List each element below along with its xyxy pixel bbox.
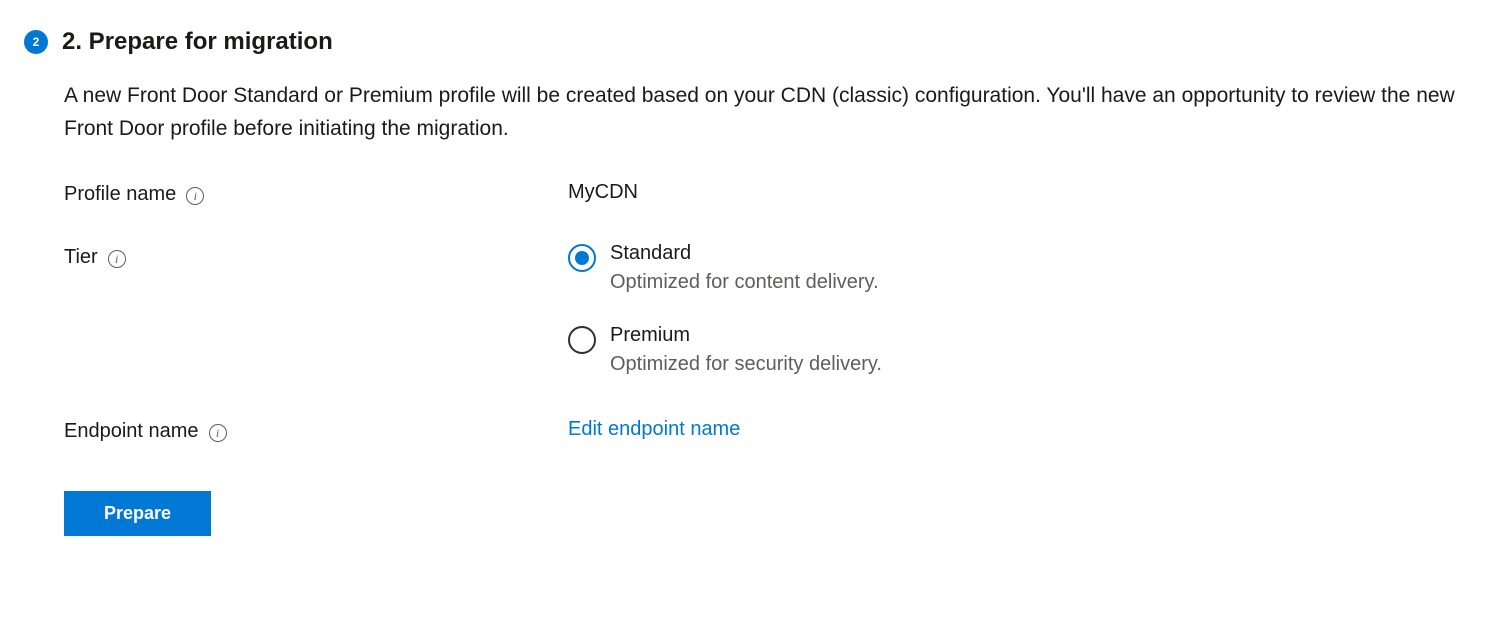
step-title: 2. Prepare for migration: [62, 28, 333, 56]
endpoint-name-value-col: Edit endpoint name: [568, 418, 1482, 443]
tier-premium-option[interactable]: Premium Optimized for security delivery.: [568, 324, 1482, 376]
tier-standard-label: Standard: [610, 242, 879, 265]
info-icon[interactable]: i: [209, 424, 227, 442]
profile-name-value-col: MyCDN: [568, 181, 1482, 206]
tier-standard-option[interactable]: Standard Optimized for content delivery.: [568, 242, 1482, 294]
tier-radio-group: Standard Optimized for content delivery.…: [568, 242, 1482, 376]
profile-name-row: Profile name i MyCDN: [64, 181, 1482, 206]
tier-premium-label: Premium: [610, 324, 882, 347]
endpoint-name-label: Endpoint name: [64, 420, 199, 443]
radio-unselected-icon: [568, 326, 596, 354]
profile-name-label: Profile name: [64, 183, 176, 206]
tier-standard-desc: Optimized for content delivery.: [610, 271, 879, 294]
tier-standard-content: Standard Optimized for content delivery.: [610, 242, 879, 294]
tier-premium-desc: Optimized for security delivery.: [610, 353, 882, 376]
profile-name-value: MyCDN: [568, 181, 638, 203]
tier-label: Tier: [64, 246, 98, 269]
profile-name-label-col: Profile name i: [64, 181, 568, 206]
step-number-badge: 2: [24, 30, 48, 54]
prepare-button[interactable]: Prepare: [64, 491, 211, 536]
tier-value-col: Standard Optimized for content delivery.…: [568, 242, 1482, 376]
endpoint-name-row: Endpoint name i Edit endpoint name: [64, 418, 1482, 443]
tier-label-col: Tier i: [64, 242, 568, 376]
radio-dot-icon: [575, 251, 589, 265]
info-icon[interactable]: i: [108, 250, 126, 268]
edit-endpoint-name-link[interactable]: Edit endpoint name: [568, 418, 740, 440]
form-section: Profile name i MyCDN Tier i Standard Opt…: [64, 181, 1482, 443]
endpoint-name-label-col: Endpoint name i: [64, 418, 568, 443]
radio-selected-icon: [568, 244, 596, 272]
tier-premium-content: Premium Optimized for security delivery.: [610, 324, 882, 376]
step-description: A new Front Door Standard or Premium pro…: [64, 80, 1464, 145]
tier-row: Tier i Standard Optimized for content de…: [64, 242, 1482, 376]
step-header: 2 2. Prepare for migration: [24, 28, 1482, 56]
info-icon[interactable]: i: [186, 187, 204, 205]
button-row: Prepare: [64, 491, 1482, 536]
